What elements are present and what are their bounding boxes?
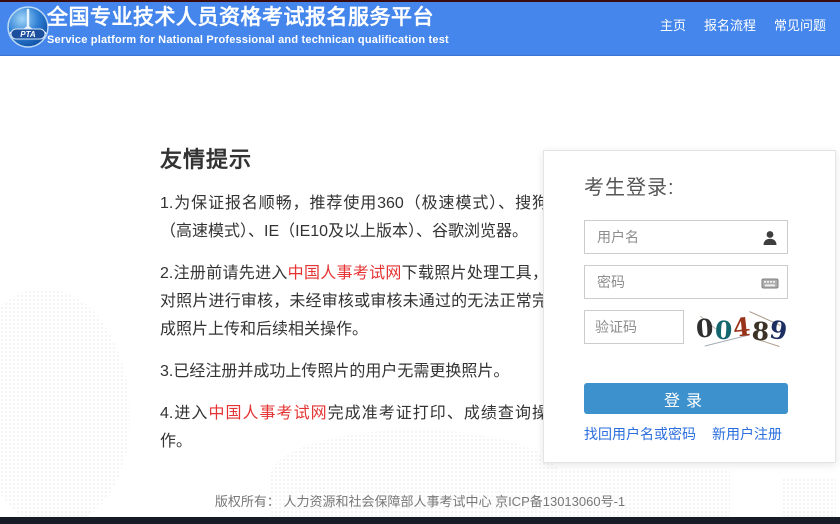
tips-list: 1.为保证报名顺畅，推荐使用360（极速模式）、搜狗（高速模式）、IE（IE10… <box>160 190 548 456</box>
keyboard-icon <box>761 274 779 292</box>
tip-text: 3.已经注册并成功上传照片的用户无需更换照片。 <box>160 363 509 380</box>
header: PTA 全国专业技术人员资格考试报名服务平台 Service platform … <box>0 2 840 56</box>
tip-paragraph: 4.进入中国人事考试网完成准考证打印、成绩查询操作。 <box>160 400 548 456</box>
login-links: 找回用户名或密码 新用户注册 <box>584 424 782 444</box>
tip-paragraph: 1.为保证报名顺畅，推荐使用360（极速模式）、搜狗（高速模式）、IE（IE10… <box>160 190 548 246</box>
password-field-wrap <box>584 265 788 299</box>
tip-paragraph: 3.已经注册并成功上传照片的用户无需更换照片。 <box>160 358 548 386</box>
tip-paragraph: 2.注册前请先进入中国人事考试网下载照片处理工具，对照片进行审核，未经审核或审核… <box>160 260 548 344</box>
bottom-bar <box>0 517 840 524</box>
watermark-map <box>0 290 130 524</box>
nav-faq-link[interactable]: 常见问题 <box>774 15 826 34</box>
site-title: 全国专业技术人员资格考试报名服务平台 <box>47 5 449 31</box>
login-card: 考生登录: <box>543 150 836 463</box>
tip-text: 4.进入 <box>160 405 208 422</box>
nav-process-link[interactable]: 报名流程 <box>704 15 756 34</box>
nav-home-link[interactable]: 主页 <box>660 15 686 34</box>
page: PTA 全国专业技术人员资格考试报名服务平台 Service platform … <box>0 0 840 524</box>
title-block: 全国专业技术人员资格考试报名服务平台 Service platform for … <box>47 5 449 47</box>
tips-heading: 友情提示 <box>160 142 548 174</box>
captcha-digit: 0 <box>714 317 733 343</box>
password-input[interactable] <box>585 266 787 298</box>
login-heading: 考生登录: <box>584 171 788 200</box>
copyright-text: 版权所有： 人力资源和社会保障部人事考试中心 京ICP备13013060号-1 <box>0 491 840 510</box>
tip-text: 2.注册前请先进入 <box>160 265 288 282</box>
cpta-website-link[interactable]: 中国人事考试网 <box>288 265 402 282</box>
captcha-digit: 4 <box>732 314 752 341</box>
header-nav: 主页 报名流程 常见问题 <box>660 15 826 34</box>
captcha-digit: 8 <box>751 318 770 344</box>
tip-text: 1.为保证报名顺畅，推荐使用360（极速模式）、搜狗（高速模式）、IE（IE10… <box>160 195 548 240</box>
cpta-website-link[interactable]: 中国人事考试网 <box>208 405 327 422</box>
login-button[interactable]: 登录 <box>584 383 788 414</box>
captcha-image[interactable]: 00489 <box>696 308 788 348</box>
user-icon <box>761 229 779 247</box>
pta-logo-icon: PTA <box>7 6 49 48</box>
captcha-digit: 0 <box>696 315 715 341</box>
tips-section: 友情提示 1.为保证报名顺畅，推荐使用360（极速模式）、搜狗（高速模式）、IE… <box>160 142 548 470</box>
svg-text:PTA: PTA <box>20 30 36 39</box>
captcha-field-wrap <box>584 310 684 344</box>
username-field-wrap <box>584 220 788 254</box>
register-link[interactable]: 新用户注册 <box>712 424 782 444</box>
captcha-digit: 9 <box>768 316 789 343</box>
username-input[interactable] <box>585 221 787 253</box>
captcha-row: 00489 <box>584 310 788 355</box>
captcha-input[interactable] <box>585 311 683 343</box>
site-subtitle: Service platform for National Profession… <box>47 33 449 47</box>
forgot-password-link[interactable]: 找回用户名或密码 <box>584 424 696 444</box>
